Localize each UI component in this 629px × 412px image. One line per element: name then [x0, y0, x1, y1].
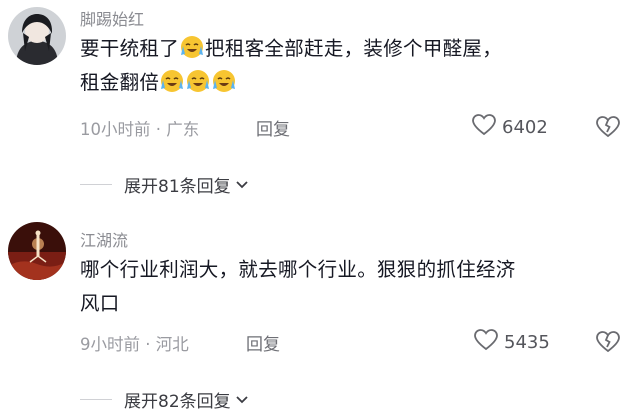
comment-text-line: 风口 [80, 292, 120, 315]
username[interactable]: 脚踢始红 [80, 6, 144, 30]
heart-icon [472, 114, 496, 141]
dislike-button[interactable] [596, 331, 620, 357]
avatar[interactable] [8, 222, 66, 280]
like-button[interactable]: 6402 [472, 114, 548, 141]
like-count: 6402 [502, 117, 548, 138]
broken-heart-icon [596, 331, 620, 353]
comment-text-line: 哪个行业利润大，就去哪个行业。狠狠的抓住经济 [80, 258, 516, 281]
expand-replies-button[interactable]: 展开82条回复 [80, 387, 249, 412]
like-count: 5435 [504, 332, 550, 353]
comment-text-part: 要干统租了 [80, 37, 180, 60]
heart-icon [474, 329, 498, 356]
cry-laugh-emoji-icon [180, 35, 204, 59]
expand-replies-button[interactable]: 展开81条回复 [80, 172, 249, 197]
comment-text: 要干统租了 把租客全部赶走，装修个甲醛屋， 租金翻倍 [80, 32, 600, 100]
broken-heart-icon [596, 116, 620, 138]
cry-laugh-emoji-icon [212, 69, 236, 93]
comment-text-part: 把租客全部赶走，装修个甲醛屋， [205, 37, 503, 60]
reply-button[interactable]: 回复 [246, 330, 280, 355]
cry-laugh-emoji-icon [160, 69, 184, 93]
comment-text: 哪个行业利润大，就去哪个行业。狠狠的抓住经济 风口 [80, 253, 600, 321]
expand-replies-label: 展开82条回复 [124, 392, 231, 412]
avatar[interactable] [8, 7, 66, 65]
comment-meta: 9小时前 · 河北 [80, 335, 189, 354]
divider [80, 399, 112, 400]
dislike-button[interactable] [596, 116, 620, 142]
reply-button[interactable]: 回复 [256, 115, 290, 140]
chevron-down-icon [235, 180, 249, 190]
chevron-down-icon [235, 395, 249, 405]
expand-replies-label: 展开81条回复 [124, 177, 231, 197]
username[interactable]: 江湖流 [80, 227, 128, 251]
comment-meta: 10小时前 · 广东 [80, 120, 200, 139]
comment-text-part: 租金翻倍 [80, 71, 160, 94]
cry-laugh-emoji-icon [186, 69, 210, 93]
like-button[interactable]: 5435 [474, 329, 550, 356]
divider [80, 184, 112, 185]
